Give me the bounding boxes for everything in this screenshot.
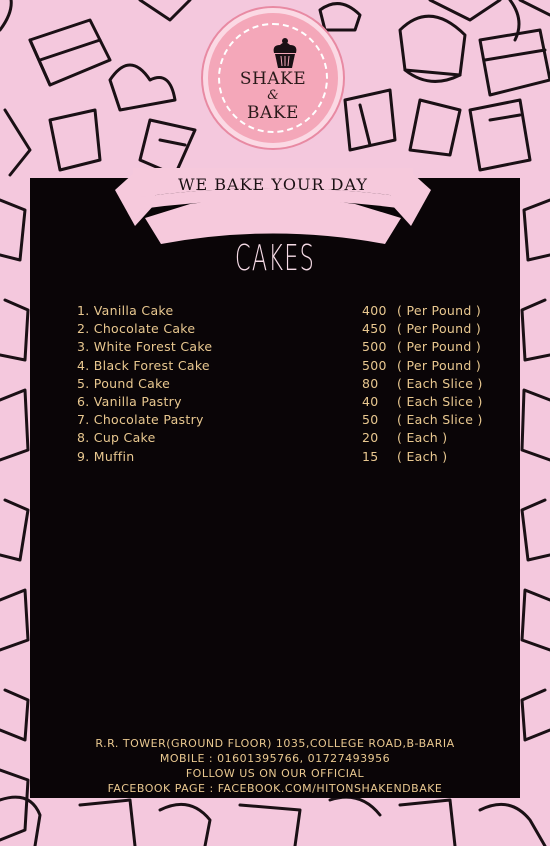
item-unit: ( Per Pound ) [397,303,482,318]
address-text: R.R. TOWER(GROUND FLOOR) 1035,COLLEGE RO… [95,737,455,750]
list-item: 9. Muffin 15 ( Each ) [77,449,537,467]
brand-logo: SHAKE & BAKE [203,8,343,148]
item-name: 8. Cup Cake [77,430,156,446]
section-title: CAKES [235,238,315,279]
facebook-link[interactable]: FACEBOOK PAGE : FACEBOOK.COM/HITONSHAKEN… [30,781,520,796]
item-unit: ( Each ) [397,430,448,446]
item-price: 40 [362,393,379,409]
mobile-text: MOBILE : 01601395766, 01727493956 [159,752,391,765]
list-item: 8. Cup Cake 20 ( Each ) [77,430,537,448]
brand-ampersand: & [267,88,279,103]
tagline: WE BAKE YOUR DAY [178,175,368,194]
item-price: 500 [362,357,387,373]
item-name: 7. Chocolate Pastry [77,412,204,428]
menu-list: 1. Vanilla Cake 400 ( Per Pound ) 2. Cho… [77,303,537,467]
item-price: 20 [362,430,379,446]
item-unit: ( Each Slice ) [397,412,483,428]
item-unit: ( Each Slice ) [397,393,483,409]
item-price: 500 [362,339,387,355]
item-unit: ( Each ) [397,448,448,464]
item-price: 400 [362,303,387,318]
list-item: 2. Chocolate Cake 450 ( Per Pound ) [77,321,537,339]
list-item: 3. White Forest Cake 500 ( Per Pound ) [77,339,537,357]
follow-text: FOLLOW US ON OUR OFFICIAL [185,767,365,780]
item-name: 1. Vanilla Cake [77,303,174,318]
item-name: 9. Muffin [77,448,135,464]
item-unit: ( Per Pound ) [397,321,482,337]
item-price: 80 [362,375,379,391]
brand-name-line2: BAKE [247,103,299,123]
brand-name-line1: SHAKE [239,69,307,89]
item-name: 3. White Forest Cake [77,339,213,355]
item-price: 450 [362,321,387,337]
item-name: 5. Pound Cake [77,375,171,391]
item-unit: ( Per Pound ) [397,339,482,355]
item-unit: ( Per Pound ) [397,357,482,373]
list-item: 6. Vanilla Pastry 40 ( Each Slice ) [77,394,537,412]
item-name: 2. Chocolate Cake [77,321,196,337]
cupcake-icon [273,38,297,68]
list-item: 1. Vanilla Cake 400 ( Per Pound ) [77,303,537,321]
item-price: 15 [362,448,379,464]
item-price: 50 [362,412,379,428]
item-name: 4. Black Forest Cake [77,357,210,373]
item-name: 6. Vanilla Pastry [77,393,182,409]
item-unit: ( Each Slice ) [397,375,483,391]
list-item: 7. Chocolate Pastry 50 ( Each Slice ) [77,412,537,430]
list-item: 5. Pound Cake 80 ( Each Slice ) [77,376,537,394]
list-item: 4. Black Forest Cake 500 ( Per Pound ) [77,358,537,376]
contact-footer: R.R. TOWER(GROUND FLOOR) 1035,COLLEGE RO… [30,736,520,796]
